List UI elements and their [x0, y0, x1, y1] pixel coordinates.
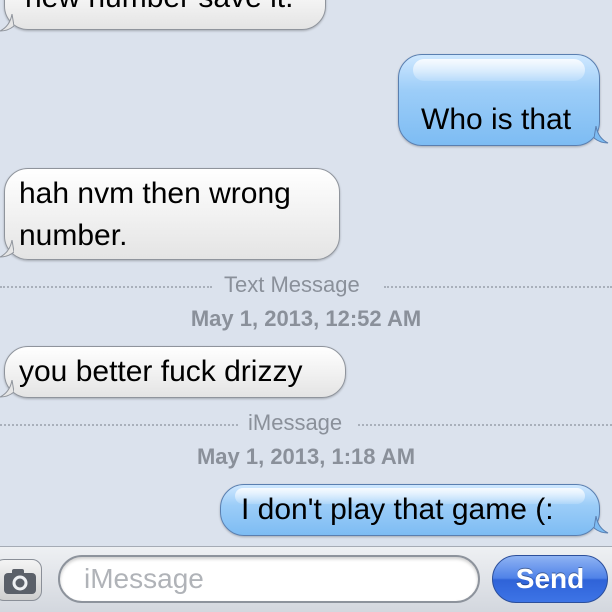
incoming-bubble-tail [0, 240, 14, 258]
message-text-line: number. [19, 219, 128, 252]
message-text-line: hah nvm then wrong [19, 177, 291, 210]
divider-line [0, 286, 212, 288]
divider-label: iMessage [248, 410, 343, 435]
message-input[interactable] [84, 561, 464, 597]
incoming-message-bubble[interactable]: hah nvm then wrong number. [4, 168, 340, 260]
message-thread[interactable]: new number save it. Who is that hah nvm … [0, 0, 612, 546]
message-timestamp: May 1, 2013, 12:52 AM [190, 306, 422, 331]
message-text-field[interactable] [58, 555, 480, 603]
message-text: Who is that [421, 103, 572, 136]
outgoing-bubble-tail [594, 126, 609, 144]
incoming-bubble-tail [0, 14, 14, 32]
message-text: I don't play that game (: [241, 493, 554, 526]
message-timestamp: May 1, 2013, 1:18 AM [196, 444, 416, 469]
divider-line [358, 424, 612, 426]
send-button[interactable]: Send [492, 555, 608, 603]
message-text: you better fuck drizzy [19, 355, 303, 388]
service-divider: Text Message [0, 272, 612, 297]
message-input-bar: Send [0, 546, 612, 612]
incoming-message-bubble[interactable]: you better fuck drizzy [4, 346, 346, 398]
message-text: hah nvm then wrong number. [19, 173, 291, 257]
incoming-bubble-tail [0, 380, 14, 398]
outgoing-message-bubble[interactable]: I don't play that game (: [220, 484, 600, 536]
service-divider: iMessage [0, 410, 612, 435]
bubble-gloss [413, 59, 585, 81]
outgoing-bubble-tail [594, 516, 609, 534]
camera-icon [4, 569, 36, 594]
outgoing-message-bubble[interactable]: Who is that [398, 54, 600, 146]
incoming-message-bubble[interactable]: new number save it. [4, 0, 326, 30]
divider-line [384, 286, 612, 288]
divider-line [0, 424, 238, 426]
divider-label: Text Message [224, 272, 360, 297]
message-text: new number save it. [25, 0, 293, 15]
camera-button[interactable] [0, 559, 42, 601]
